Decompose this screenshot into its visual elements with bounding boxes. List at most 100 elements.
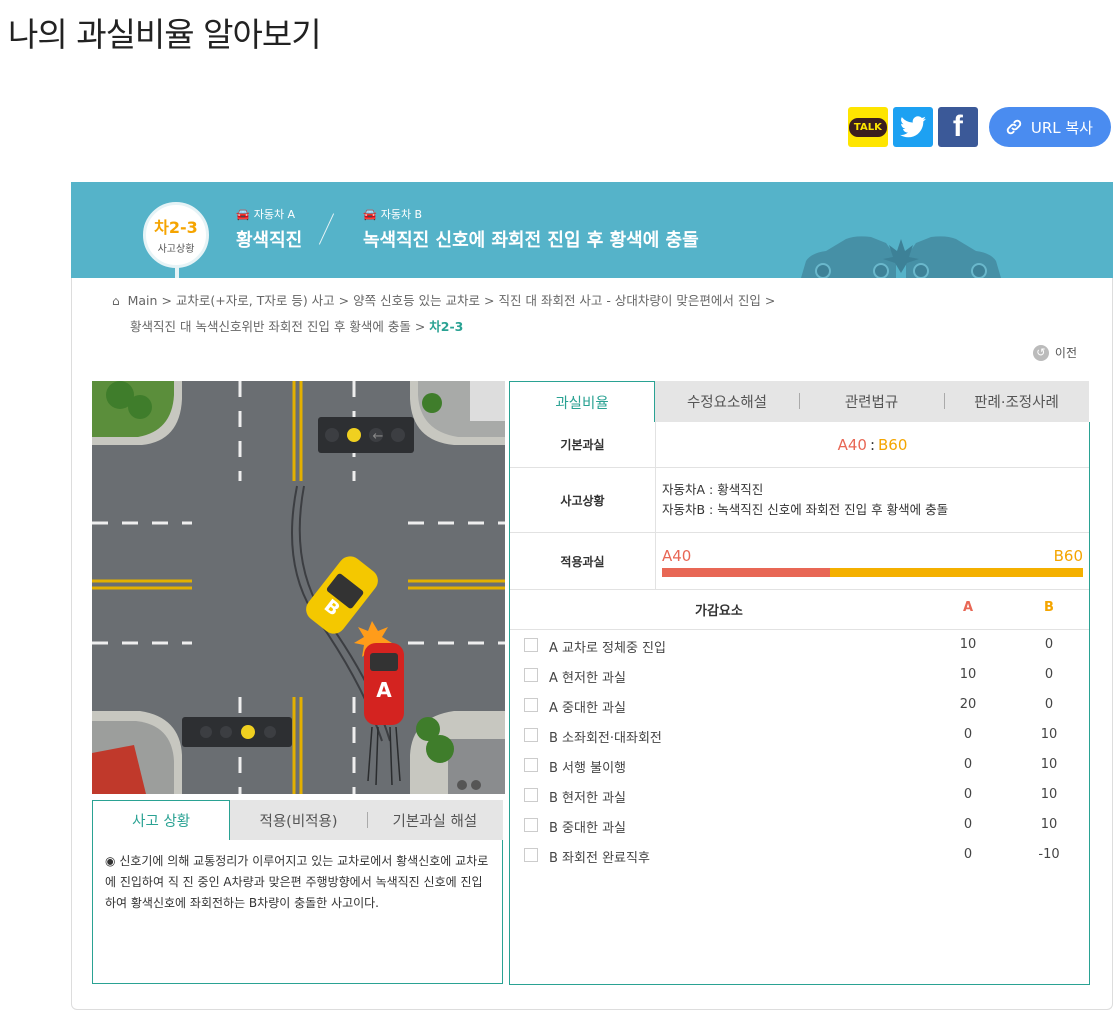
- factor-checkbox[interactable]: [524, 758, 538, 772]
- factor-checkbox[interactable]: [524, 668, 538, 682]
- factors-col-b: B: [1044, 600, 1054, 615]
- factor-value-a: 10: [959, 637, 977, 652]
- factor-value-b: 0: [1044, 637, 1054, 652]
- factor-checkbox[interactable]: [524, 728, 538, 742]
- factor-value-b: 10: [1040, 817, 1058, 832]
- factor-value-b: 10: [1040, 787, 1058, 802]
- factor-row[interactable]: B 좌회전 완료직후 0 -10: [510, 841, 1089, 871]
- breadcrumb-item[interactable]: 교차로(+자로, T자로 등) 사고: [176, 293, 335, 308]
- home-icon: ⌂: [112, 294, 120, 308]
- vehicle-a-info: 🚘 자동차 A 황색직진: [236, 206, 302, 252]
- vehicle-a-desc: 황색직진: [236, 230, 303, 251]
- factor-row[interactable]: A 현저한 과실 10 0: [510, 661, 1089, 691]
- factor-checkbox[interactable]: [524, 698, 538, 712]
- facebook-f-icon: f: [952, 110, 963, 143]
- situation-row: 사고상황 자동차A : 황색직진 자동차B : 녹색직진 신호에 좌회전 진입 …: [510, 468, 1089, 533]
- case-code: 차2-3: [154, 218, 198, 237]
- breadcrumb-item[interactable]: 양쪽 신호등 있는 교차로: [353, 293, 480, 308]
- prev-button[interactable]: ↺ 이전: [1032, 344, 1077, 361]
- factor-name: B 좌회전 완료직후: [549, 851, 650, 866]
- fault-ratio-bar-a: [662, 568, 831, 577]
- breadcrumb-separator: >: [338, 293, 350, 308]
- twitter-share-button[interactable]: [892, 107, 933, 147]
- vehicle-b-desc: 녹색직진 신호에 좌회전 진입 후 황색에 충돌: [363, 230, 699, 251]
- factor-row[interactable]: A 중대한 과실 20 0: [510, 691, 1089, 721]
- factor-row[interactable]: B 현저한 과실 0 10: [510, 781, 1089, 811]
- breadcrumb-separator: >: [414, 319, 426, 334]
- tab-modifier-explanation[interactable]: 수정요소해설: [655, 381, 799, 422]
- right-tab-bar: 과실비율 수정요소해설 관련법규 판례·조정사례: [509, 381, 1089, 422]
- base-fault-b: B60: [878, 435, 908, 454]
- factors-header: 가감요소 A B: [510, 589, 1089, 630]
- factor-value-b: -10: [1038, 847, 1060, 862]
- accident-description-panel: ◉ 신호기에 의해 교통정리가 이루어지고 있는 교차로에서 황색신호에 교차로…: [92, 840, 503, 984]
- factor-row[interactable]: B 소좌회전·대좌회전 0 10: [510, 721, 1089, 751]
- kakao-talk-icon: TALK: [848, 117, 887, 137]
- prev-label: 이전: [1054, 346, 1077, 360]
- tab-related-laws[interactable]: 관련법규: [799, 381, 944, 422]
- case-badge: 차2-3 사고상황: [143, 202, 209, 268]
- factor-checkbox[interactable]: [524, 848, 538, 862]
- tab-accident-situation[interactable]: 사고 상황: [92, 800, 231, 840]
- car-icon: 🚘: [363, 207, 377, 221]
- factor-value-a: 0: [963, 817, 973, 832]
- breadcrumb-item[interactable]: 황색직진 대 녹색신호위반 좌회전 진입 후 황색에 충돌: [130, 319, 411, 334]
- factor-value-a: 10: [959, 667, 977, 682]
- accident-description: 신호기에 의해 교통정리가 이루어지고 있는 교차로에서 황색신호에 교차로에 …: [105, 854, 489, 910]
- applied-a: A40: [662, 547, 692, 565]
- car-a-label: A: [376, 678, 392, 702]
- vehicle-b-label: 자동차 B: [380, 208, 423, 221]
- tab-fault-ratio[interactable]: 과실비율: [509, 381, 655, 422]
- signal-arrow: ←: [373, 429, 384, 444]
- accident-scene-illustration: ← B A: [92, 381, 505, 794]
- applied-fault-label: 적용과실: [510, 533, 656, 589]
- breadcrumb-separator: >: [764, 293, 776, 308]
- breadcrumb: ⌂ Main > 교차로(+자로, T자로 등) 사고 > 양쪽 신호등 있는 …: [112, 288, 812, 339]
- undo-icon: ↺: [1032, 344, 1049, 361]
- link-icon: [1006, 119, 1022, 135]
- factor-name: A 중대한 과실: [549, 701, 626, 716]
- factor-value-b: 10: [1040, 727, 1058, 742]
- factor-value-a: 0: [963, 727, 973, 742]
- factor-row[interactable]: A 교차로 정체중 진입 10 0: [510, 631, 1089, 661]
- breadcrumb-separator: >: [484, 293, 495, 308]
- factor-row[interactable]: B 중대한 과실 0 10: [510, 811, 1089, 841]
- factor-value-a: 20: [959, 697, 977, 712]
- factors-col-a: A: [963, 600, 974, 615]
- breadcrumb-item[interactable]: 직진 대 좌회전 사고 - 상대차량이 맞은편에서 진입: [499, 293, 761, 308]
- base-fault-a: A40: [837, 435, 867, 454]
- factor-name: B 소좌회전·대좌회전: [549, 731, 662, 746]
- factor-value-b: 0: [1044, 697, 1054, 712]
- factor-row[interactable]: B 서행 불이행 0 10: [510, 751, 1089, 781]
- url-copy-button[interactable]: URL 복사: [988, 107, 1111, 147]
- share-bar: TALK f URL 복사: [847, 107, 1111, 147]
- factor-name: A 교차로 정체중 진입: [549, 641, 666, 656]
- url-copy-label: URL 복사: [1030, 118, 1093, 137]
- collision-cars-illustration: [801, 236, 1001, 278]
- factor-value-b: 0: [1044, 667, 1054, 682]
- left-tab-bar: 사고 상황 적용(비적용) 기본과실 해설: [92, 800, 503, 840]
- factors-header-title: 가감요소: [695, 604, 743, 619]
- tab-applicability[interactable]: 적용(비적용): [230, 800, 366, 840]
- banner-divider: [318, 213, 335, 245]
- factor-value-a: 0: [963, 787, 973, 802]
- car-icon: 🚘: [236, 207, 250, 221]
- factor-checkbox[interactable]: [524, 818, 538, 832]
- situation-b: 자동차B : 녹색직진 신호에 좌회전 진입 후 황색에 충돌: [662, 502, 949, 517]
- factor-value-a: 0: [963, 757, 973, 772]
- factor-value-b: 10: [1040, 757, 1058, 772]
- breadcrumb-current: 차2-3: [429, 319, 464, 334]
- kakao-share-button[interactable]: TALK: [847, 107, 888, 147]
- fault-ratio-panel: 기본과실 A40 : B60 사고상황 자동차A : 황색직진 자동차B : 녹…: [509, 422, 1090, 985]
- facebook-share-button[interactable]: f: [937, 107, 978, 147]
- tab-precedents[interactable]: 판례·조정사례: [944, 381, 1089, 422]
- tab-base-fault-explanation[interactable]: 기본과실 해설: [366, 800, 503, 840]
- factor-checkbox[interactable]: [524, 638, 538, 652]
- factor-name: A 현저한 과실: [549, 671, 626, 686]
- applied-fault-row: 적용과실 A40 B60: [510, 533, 1089, 590]
- page-title: 나의 과실비율 알아보기: [8, 15, 322, 54]
- base-fault-row: 기본과실 A40 : B60: [510, 422, 1089, 468]
- breadcrumb-separator: >: [161, 293, 172, 308]
- factor-checkbox[interactable]: [524, 788, 538, 802]
- breadcrumb-item[interactable]: Main: [128, 293, 158, 308]
